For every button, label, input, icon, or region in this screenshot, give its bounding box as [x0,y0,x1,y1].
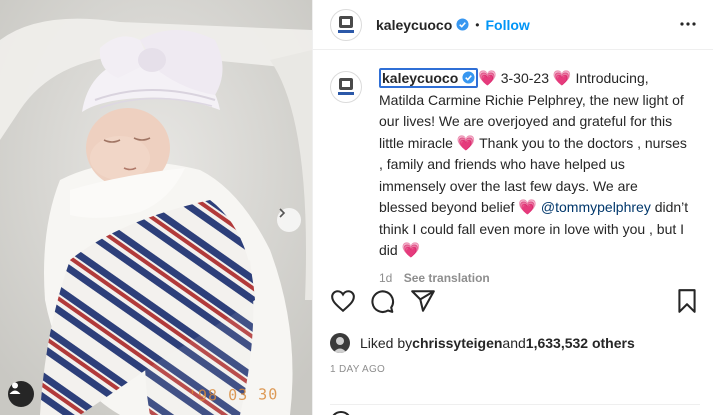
heart-icon [331,290,355,313]
caption-username[interactable]: kaleycuoco [379,68,479,88]
newborn-photo-illustration [0,0,312,415]
add-comment-row [330,404,700,415]
like-button[interactable] [330,288,356,314]
liker-avatar-icon [333,337,347,353]
comment-button[interactable] [369,288,395,314]
post-header: kaleycuoco • Follow [313,0,713,50]
heart-emoji: 💗 [478,70,497,87]
follow-button[interactable]: Follow [485,17,529,33]
post-photo: '98 03 30 [0,0,312,415]
share-icon [411,290,435,312]
separator-dot: • [475,17,480,32]
heart-emoji: 💗 [401,242,421,259]
user-tag-icon [9,382,21,394]
header-username[interactable]: kaleycuoco [376,17,452,33]
chevron-right-icon [279,208,286,218]
mention-link[interactable]: @tommypelphrey [541,199,651,215]
likes-prefix: Liked by [360,335,413,351]
emoji-icon[interactable] [330,411,352,415]
more-options-button[interactable] [678,14,698,34]
caption-body: kaleycuoco 💗 3-30-23 💗 Introducing, Mati… [379,68,689,289]
liker-avatar[interactable] [330,333,350,353]
see-translation-button[interactable]: See translation [404,271,490,285]
heart-emoji: 💗 [456,134,476,152]
caption-meta: 1d See translation [379,268,689,290]
profile-logo-icon [338,78,354,95]
post-caption: kaleycuoco 💗 3-30-23 💗 Introducing, Mati… [330,68,700,289]
avatar[interactable] [330,8,362,41]
post-timestamp[interactable]: 1 DAY AGO [330,364,385,375]
caption-age: 1d [379,270,393,285]
verified-badge-icon [462,71,475,84]
liker-username[interactable]: chrissyteigen [412,335,502,351]
heart-emoji: 💗 [518,199,538,216]
likes-count[interactable]: 1,633,532 others [526,335,635,351]
post-side-panel: kaleycuoco • Follow kaleycuoco 💗 3-30-23… [312,0,713,415]
likes-middle: and [502,335,526,351]
comment-icon [371,290,395,313]
more-horizontal-icon [680,22,696,26]
profile-logo-icon [338,15,354,33]
caption-date: 3-30-23 [496,70,553,86]
bookmark-icon [678,289,696,313]
next-photo-button[interactable] [277,208,301,232]
likes-summary: Liked by chrissyteigen and 1,633,532 oth… [330,333,635,353]
heart-emoji: 💗 [552,70,572,87]
share-button[interactable] [410,288,436,314]
post-actions [330,288,700,318]
caption-text: kaleycuoco 💗 3-30-23 💗 Introducing, Mati… [379,68,689,262]
caption-avatar[interactable] [330,71,362,103]
photo-date-stamp: '98 03 30 [187,385,279,405]
verified-badge-icon [456,18,469,31]
tagged-users-button[interactable] [8,381,34,407]
save-button[interactable] [674,288,700,314]
